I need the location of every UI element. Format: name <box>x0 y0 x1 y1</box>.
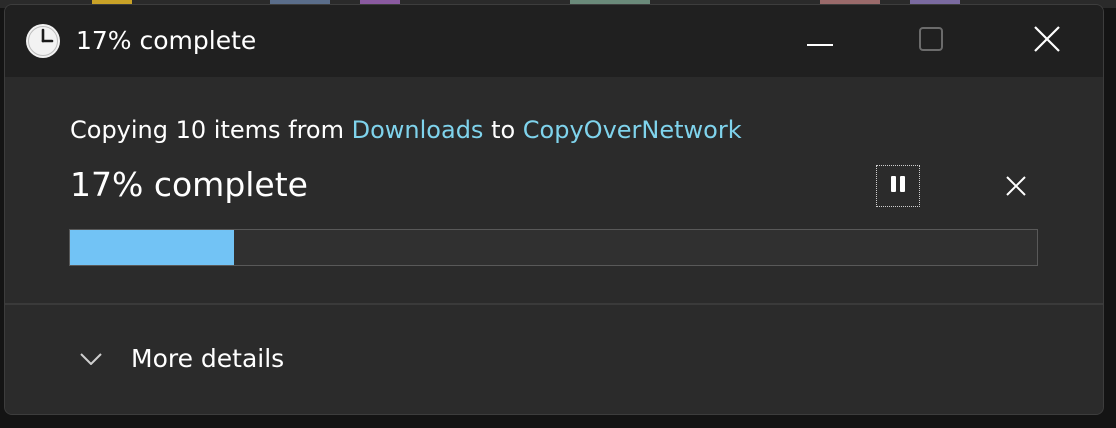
progress-bar-fill <box>70 230 235 265</box>
more-details-button[interactable]: More details <box>79 343 284 375</box>
clock-icon <box>25 23 61 59</box>
close-icon <box>1034 26 1060 56</box>
progress-bar <box>69 229 1038 266</box>
source-folder-link[interactable]: Downloads <box>352 116 484 144</box>
title-bar[interactable]: 17% complete <box>5 5 1103 77</box>
copy-prefix-text: Copying 10 items from <box>70 116 352 144</box>
maximize-button[interactable] <box>908 19 954 63</box>
pause-button[interactable] <box>876 165 920 207</box>
copy-progress-dialog: 17% complete Copying 10 items from Downl… <box>4 4 1104 415</box>
maximize-icon <box>919 27 943 55</box>
copy-description: Copying 10 items from Downloads to CopyO… <box>70 115 742 145</box>
copy-connector-text: to <box>483 116 523 144</box>
close-icon <box>1006 176 1026 200</box>
minimize-icon <box>807 32 833 51</box>
minimize-button[interactable] <box>797 19 843 63</box>
window-title: 17% complete <box>76 26 257 55</box>
destination-folder-link[interactable]: CopyOverNetwork <box>523 116 742 144</box>
progress-panel: Copying 10 items from Downloads to CopyO… <box>5 77 1103 303</box>
more-details-label: More details <box>131 344 285 373</box>
cancel-copy-button[interactable] <box>996 168 1036 208</box>
chevron-down-icon <box>79 351 103 367</box>
close-window-button[interactable] <box>1024 19 1070 63</box>
progress-status: 17% complete <box>70 165 308 204</box>
pause-icon <box>889 175 907 197</box>
details-section: More details <box>5 305 1103 414</box>
